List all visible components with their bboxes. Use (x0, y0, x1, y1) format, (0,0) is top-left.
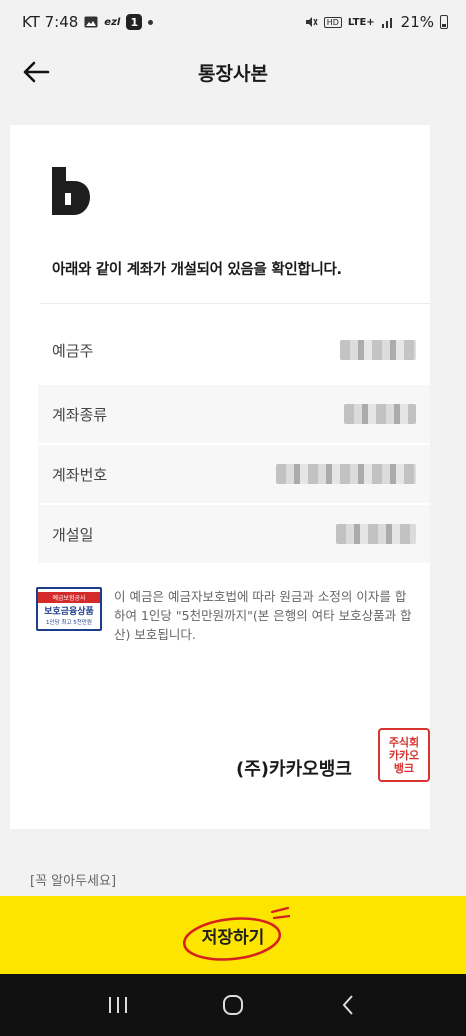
home-icon (222, 995, 243, 1015)
deposit-insurance-badge: 예금보험공사 보호금융상품 1인당 최고 5천만원 (36, 587, 102, 631)
company-name: (주)카카오뱅크 (236, 759, 352, 780)
row-label: 예금주 (52, 341, 94, 360)
arrow-left-icon (23, 61, 50, 83)
back-button[interactable] (18, 54, 54, 90)
app-bar: 통장사본 (0, 44, 466, 100)
carrier-time: KT 7:48 (22, 13, 79, 31)
save-button[interactable]: 저장하기 (0, 896, 466, 974)
network-type: LTE+ (347, 16, 375, 28)
system-back-button[interactable] (326, 983, 370, 1027)
image-icon (84, 16, 98, 28)
deposit-insurance-notice: 이 예금은 예금자보호법에 따라 원금과 소정의 이자를 합하여 1인당 "5천… (114, 589, 412, 642)
row-account-type: 계좌종류 (38, 385, 430, 443)
notice-link[interactable]: [꼭 알아두세요] (30, 870, 116, 889)
redacted-value (276, 464, 416, 484)
recent-apps-icon (108, 997, 127, 1013)
save-button-label: 저장하기 (201, 927, 265, 948)
page-title: 통장사본 (198, 62, 268, 85)
home-button[interactable] (211, 983, 255, 1027)
status-left: KT 7:48 ezl 1 (22, 13, 154, 31)
badge-middle: 보호금융상품 (44, 607, 94, 617)
row-label: 계좌번호 (52, 465, 108, 484)
row-label: 개설일 (52, 525, 94, 544)
row-open-date: 개설일 (38, 505, 430, 563)
bankbook-card: 아래와 같이 계좌가 개설되어 있음을 확인합니다. 예금주 계좌종류 계좌번호… (10, 125, 430, 829)
mute-icon (304, 15, 318, 29)
status-bar: KT 7:48 ezl 1 HD LTE+ 21% (0, 0, 466, 44)
status-right: HD LTE+ 21% (304, 13, 448, 31)
redacted-value (344, 404, 416, 424)
hd-icon: HD (323, 16, 342, 28)
badge-bottom: 1인당 최고 5천만원 (46, 620, 92, 626)
system-navigation-bar (0, 974, 466, 1036)
company-seal-stamp: 주식회 카카오 뱅크 (378, 728, 430, 782)
notification-badge: 1 (126, 14, 143, 30)
row-account-number: 계좌번호 (38, 445, 430, 503)
redacted-value (340, 340, 416, 360)
divider (40, 303, 430, 304)
badge-top: 예금보험공사 (38, 592, 100, 603)
signal-icon (381, 16, 395, 28)
confirmation-headline: 아래와 같이 계좌가 개설되어 있음을 확인합니다. (52, 262, 342, 278)
chevron-left-icon (342, 995, 354, 1015)
row-account-holder: 예금주 (38, 321, 430, 379)
kakaobank-logo-icon (52, 167, 90, 215)
recent-apps-button[interactable] (96, 983, 140, 1027)
battery-icon (440, 15, 448, 29)
redacted-value (336, 524, 416, 544)
notification-dot-icon (148, 19, 154, 25)
battery-percent: 21% (400, 13, 434, 31)
row-label: 계좌종류 (52, 405, 108, 424)
ezl-icon: ezl (104, 16, 121, 28)
